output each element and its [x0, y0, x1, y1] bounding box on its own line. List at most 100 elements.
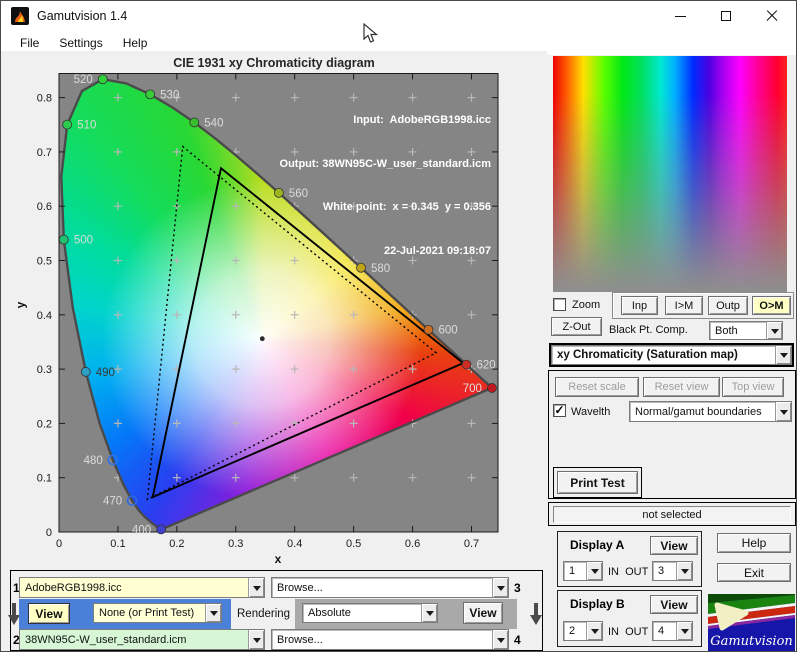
minimize-button[interactable] [657, 1, 703, 31]
dropdown-arrow-icon[interactable] [248, 578, 264, 597]
browse-input-select[interactable]: Browse... [271, 577, 509, 598]
y-axis-label: y [13, 301, 28, 309]
svg-text:0.8: 0.8 [37, 93, 52, 105]
app-icon [11, 7, 29, 25]
titlebar[interactable]: Gamutvision 1.4 [1, 1, 796, 31]
map-select-frame: xy Chromaticity (Saturation map) [549, 343, 794, 367]
saturation-map-image [553, 56, 787, 292]
boundaries-select[interactable]: Normal/gamut boundaries [629, 401, 792, 422]
svg-text:0.1: 0.1 [110, 538, 125, 550]
white-point-dot [259, 336, 265, 342]
dropdown-arrow-icon[interactable] [492, 578, 508, 597]
dropdown-arrow-icon[interactable] [586, 622, 602, 640]
display-b-label: Display B [570, 597, 625, 611]
svg-text:0.6: 0.6 [405, 538, 420, 550]
rendering-label: Rendering [237, 608, 291, 620]
svg-text:0: 0 [46, 527, 52, 539]
dropdown-arrow-icon[interactable] [775, 346, 791, 364]
svg-text:0.3: 0.3 [37, 364, 52, 376]
svg-text:0.2: 0.2 [37, 418, 52, 430]
wavelength-dot-400 [156, 524, 167, 535]
annotation-output: Output: 38WN95C-W_user_standard.icm [279, 157, 491, 170]
dropdown-arrow-icon[interactable] [766, 322, 782, 339]
wavelength-dot-620 [461, 359, 472, 370]
status-box: not selected [548, 502, 796, 526]
rendering-intent-select[interactable]: Absolute [302, 603, 438, 623]
outp-button[interactable]: Outp [708, 296, 748, 315]
svg-text:0: 0 [56, 538, 62, 550]
logo-text-svg: Gamutvision [710, 634, 793, 649]
close-button[interactable] [749, 1, 795, 31]
wavelength-label-620: 620 [476, 360, 495, 372]
inp-button[interactable]: Inp [621, 296, 658, 315]
svg-text:0.2: 0.2 [169, 538, 184, 550]
wavelth-checkbox[interactable] [553, 404, 566, 417]
o-to-m-button[interactable]: O>M [752, 296, 791, 315]
top-view-button[interactable]: Top view [722, 377, 784, 397]
reset-scale-button[interactable]: Reset scale [555, 377, 639, 397]
display-b-in-select[interactable]: 2 [563, 621, 603, 641]
menu-file[interactable]: File [10, 33, 49, 53]
display-b-view-button[interactable]: View [650, 595, 698, 614]
dropdown-arrow-icon[interactable] [775, 402, 791, 421]
wavelength-dot-500 [58, 234, 69, 245]
dropdown-arrow-icon[interactable] [676, 622, 692, 640]
i-to-m-button[interactable]: I>M [665, 296, 703, 315]
display-a-inout-label: IN OUT [608, 566, 649, 578]
dropdown-arrow-icon[interactable] [586, 562, 602, 580]
display-b-inout-label: IN OUT [608, 626, 649, 638]
wavelength-label-520: 520 [74, 74, 93, 86]
dropdown-arrow-icon[interactable] [205, 604, 221, 622]
status-text: not selected [642, 508, 702, 521]
input-profile-select[interactable]: AdobeRGB1998.icc [19, 577, 265, 598]
minimize-icon [674, 15, 686, 17]
dropdown-arrow-icon[interactable] [421, 604, 437, 622]
print-test-button[interactable]: Print Test [557, 471, 638, 494]
maximize-button[interactable] [703, 1, 749, 31]
wavelength-label-400: 400 [132, 524, 151, 536]
help-button[interactable]: Help [717, 533, 791, 553]
svg-text:0.4: 0.4 [287, 538, 302, 550]
gamutvision-logo: Gamutvision [708, 594, 795, 651]
display-a-label: Display A [570, 538, 625, 552]
z-out-button[interactable]: Z-Out [551, 317, 602, 336]
output-profile-select[interactable]: 38WN95C-W_user_standard.icm [19, 629, 265, 650]
display-b-out-select[interactable]: 4 [652, 621, 693, 641]
exit-button[interactable]: Exit [717, 563, 791, 582]
wavelength-label-530: 530 [160, 89, 179, 101]
map-select[interactable]: xy Chromaticity (Saturation map) [551, 345, 792, 365]
wavelength-label-700: 700 [463, 383, 482, 395]
dropdown-arrow-icon[interactable] [676, 562, 692, 580]
menu-settings[interactable]: Settings [49, 33, 112, 53]
display-a-out-select[interactable]: 3 [652, 561, 693, 581]
display-a-in-select[interactable]: 1 [563, 561, 603, 581]
wavelength-label-540: 540 [204, 117, 223, 129]
zoom-checkbox[interactable] [553, 298, 566, 311]
reset-view-button[interactable]: Reset view [643, 377, 720, 397]
printer-profile-select[interactable]: None (or Print Test) [93, 603, 222, 623]
wavelength-label-490: 490 [96, 367, 115, 379]
wavelength-label-500: 500 [74, 235, 93, 247]
maximize-icon [721, 11, 731, 21]
svg-text:0.5: 0.5 [346, 538, 361, 550]
wavelength-label-510: 510 [77, 120, 96, 132]
wavelength-dot-540 [189, 117, 200, 128]
display-a-view-button[interactable]: View [650, 536, 698, 555]
black-pt-comp-select[interactable]: Both [709, 321, 783, 340]
svg-text:0.1: 0.1 [37, 473, 52, 485]
dropdown-arrow-icon[interactable] [492, 630, 508, 649]
output-view-button[interactable]: View [463, 602, 503, 624]
window-title: Gamutvision 1.4 [37, 9, 128, 23]
wavelength-dot-490 [80, 366, 91, 377]
wavelength-dot-530 [145, 89, 156, 100]
menu-help[interactable]: Help [113, 33, 158, 53]
display-a-group: Display A View 1 IN OUT 3 [557, 531, 702, 587]
wavelength-dot-510 [62, 119, 73, 130]
wavelength-label-600: 600 [438, 325, 457, 337]
dropdown-arrow-icon[interactable] [248, 630, 264, 649]
black-pt-comp-label: Black Pt. Comp. [609, 324, 688, 336]
browse-output-select[interactable]: Browse... [271, 629, 509, 650]
input-view-button[interactable]: View [28, 603, 70, 624]
chromaticity-figure: CIE 1931 xy Chromaticity diagram 0 0.1 0.2… [1, 51, 547, 566]
svg-text:0.5: 0.5 [37, 256, 52, 268]
